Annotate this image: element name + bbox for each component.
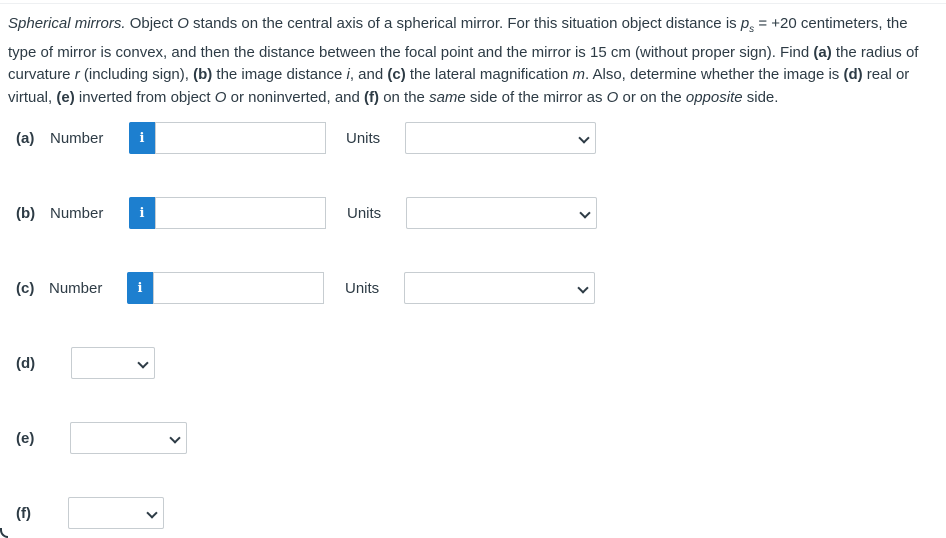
problem-text: or on the [618,88,686,106]
chevron-down-icon [169,432,181,444]
part-c-units-label: Units [345,280,380,297]
part-b-number-input[interactable] [155,197,326,229]
part-a-number-label: Number [50,130,104,147]
object-symbol: O [177,15,189,32]
part-d-label: (d) [16,355,36,372]
object-symbol: O [606,88,619,106]
problem-text: . Also, determine whether the image is [584,66,844,83]
part-e-marker: (e) [56,88,75,106]
problem-title: Spherical mirrors. [8,15,126,32]
problem-text: side. [742,88,779,106]
info-icon[interactable]: i [129,197,155,229]
opposite-word: opposite [685,88,743,106]
problem-text: , and [349,66,388,83]
part-c-label: (c) [16,280,35,297]
part-d-marker: (d) [843,66,863,83]
problem-text: side of the mirror as [465,88,607,106]
m-symbol: m [572,66,585,83]
part-f-marker: (f) [364,88,380,106]
part-c-marker: (c) [387,66,406,83]
problem-text: the image distance [212,66,347,83]
part-b-marker: (b) [193,66,213,83]
chevron-down-icon [146,507,158,519]
problem-text: the lateral magnification [405,66,573,83]
info-icon[interactable]: i [129,122,155,154]
part-c-units-select[interactable] [404,272,595,304]
part-f-label: (f) [16,505,31,522]
part-a-number-input[interactable] [155,122,326,154]
part-a-units-select[interactable] [405,122,596,154]
top-divider [0,3,946,4]
problem-text: stands on the central axis of a spherica… [188,15,741,32]
object-symbol: O [214,88,227,106]
corner-decoration [0,528,8,538]
problem-statement: Spherical mirrors. Object O stands on th… [8,13,938,109]
part-e-label: (e) [16,430,35,447]
part-b-units-label: Units [347,205,382,222]
chevron-down-icon [137,357,149,369]
chevron-down-icon [577,282,589,294]
problem-text: or noninverted, and [226,88,365,106]
problem-text: inverted from object [74,88,215,106]
part-e-select[interactable] [70,422,187,454]
info-icon[interactable]: i [127,272,153,304]
chevron-down-icon [578,132,590,144]
part-a-label: (a) [16,130,35,147]
ps-symbol: p [740,15,750,32]
problem-text: Object [125,15,178,32]
problem-text: (including sign), [79,66,194,83]
problem-text: on the [379,88,430,106]
part-a-marker: (a) [813,43,832,61]
part-b-label: (b) [16,205,36,222]
part-f-select[interactable] [68,497,164,529]
same-word: same [429,88,466,106]
chevron-down-icon [579,207,591,219]
part-c-number-input[interactable] [153,272,324,304]
part-c-number-label: Number [49,280,103,297]
part-a-units-label: Units [346,130,381,147]
part-d-select[interactable] [71,347,155,379]
part-b-number-label: Number [50,205,104,222]
part-b-units-select[interactable] [406,197,597,229]
